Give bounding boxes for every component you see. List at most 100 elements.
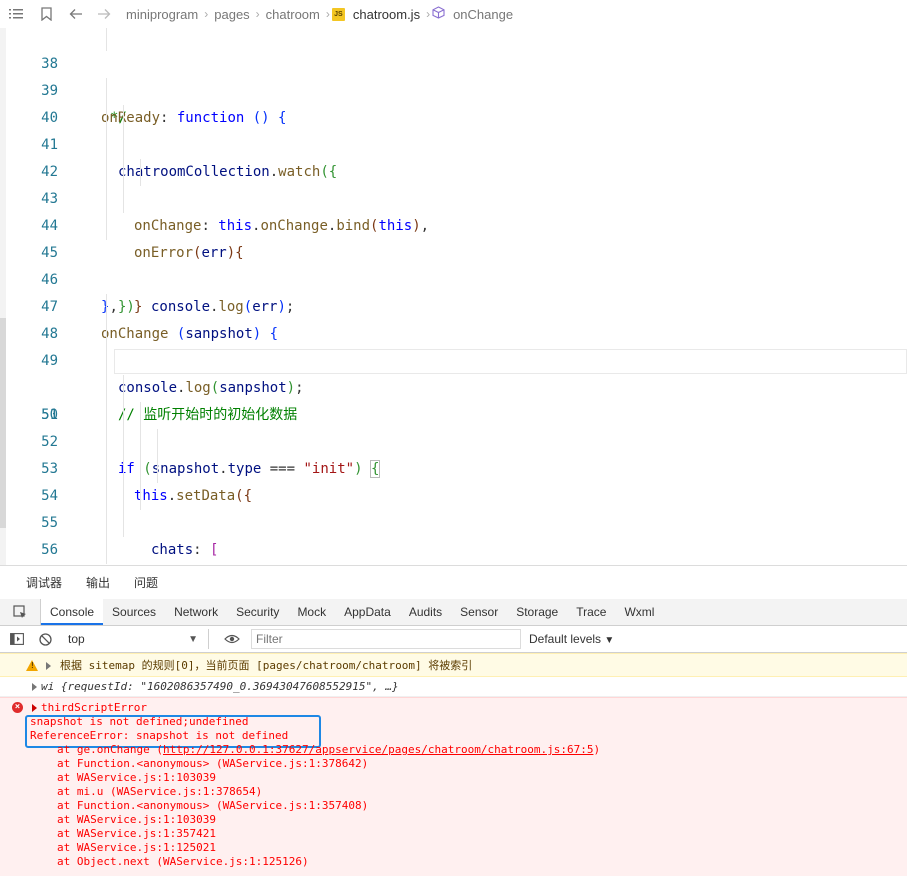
tab-problems[interactable]: 问题 (134, 574, 158, 591)
indent-guide (106, 132, 107, 159)
tab-storage[interactable]: Storage (507, 599, 567, 625)
stack-frame[interactable]: at ge.onChange (http://127.0.0.1:37627/a… (57, 743, 600, 757)
tab-output[interactable]: 输出 (86, 574, 110, 591)
indent-guide (106, 537, 107, 564)
inspect-element-icon[interactable] (0, 599, 41, 625)
tab-sources[interactable]: Sources (103, 599, 165, 625)
indent-guide (157, 456, 158, 483)
indent-guide (140, 456, 141, 483)
tab-appdata[interactable]: AppData (335, 599, 400, 625)
code-line[interactable]: 48 console.log(sanpshot); (6, 294, 907, 396)
code-line[interactable]: 41 onChange: this.onChange.bind(this), (6, 105, 907, 234)
indent-guide (123, 132, 124, 159)
console-error[interactable]: × thirdScriptError snapshot is not defin… (0, 697, 907, 876)
chevron-right-icon: › (204, 7, 209, 21)
code-line[interactable]: 44 } (6, 186, 907, 315)
indent-guide (106, 105, 107, 132)
tab-audits[interactable]: Audits (400, 599, 451, 625)
breadcrumb: miniprogram › pages › chatroom › JS chat… (0, 0, 907, 29)
code-editor[interactable]: 38 */ 39 onReady: function () { 40 chatr… (0, 28, 907, 565)
code-line[interactable]: 57 } else { (6, 537, 907, 564)
tab-security[interactable]: Security (227, 599, 288, 625)
tab-network[interactable]: Network (165, 599, 227, 625)
code-line[interactable]: 42 onError(err){ (6, 132, 907, 261)
arrow-right-icon[interactable] (96, 6, 112, 22)
stack-frame-link[interactable]: http://127.0.0.1:37627/appservice/pages/… (163, 743, 593, 756)
console-toolbar: top ▼ Default levels ▼ (0, 626, 907, 653)
expand-arrow-icon[interactable] (32, 683, 37, 691)
error-title: thirdScriptError (41, 701, 147, 714)
tab-console[interactable]: Console (41, 599, 104, 625)
current-line-highlight (114, 349, 907, 374)
context-select[interactable]: top ▼ (68, 629, 209, 649)
warning-text: 根据 sitemap 的规则[0]，当前页面 [pages/chatroom/c… (60, 659, 473, 672)
breadcrumb-symbol[interactable]: onChange (453, 7, 513, 22)
stack-frame[interactable]: at Function.<anonymous> (WAService.js:1:… (57, 799, 368, 813)
code-line[interactable]: 56 }) (6, 510, 907, 558)
indent-guide (106, 213, 107, 240)
code-line[interactable]: 43 console.log(err); (6, 159, 907, 315)
sidebar-toggle-icon[interactable] (6, 628, 28, 650)
code-line[interactable]: 54 ...[...snapshot.docs].sort((x,y) => x… (6, 456, 907, 504)
log-levels-select[interactable]: Default levels ▼ (529, 632, 614, 646)
warning-icon (26, 660, 38, 671)
code-line[interactable]: 40 chatroomCollection.watch({ (6, 78, 907, 180)
indent-guide (106, 321, 107, 348)
indent-guide (106, 186, 107, 213)
stack-frame[interactable]: at WAService.js:1:125021 (57, 841, 216, 855)
code-line[interactable]: 53 ...this.data.chats, (6, 429, 907, 477)
cube-icon (432, 6, 445, 22)
code-line[interactable]: 49 // 监听开始时的初始化数据 (6, 321, 907, 423)
stack-frame-text: ) (593, 743, 601, 756)
code-line[interactable]: 46 }, (6, 240, 907, 315)
indent-guide (123, 510, 124, 537)
expand-arrow-icon[interactable] (32, 704, 37, 712)
code-line[interactable]: 39 onReady: function () { (6, 51, 907, 126)
clear-console-icon[interactable] (34, 628, 56, 650)
indent-guide (106, 429, 107, 456)
indent-guide (123, 375, 124, 402)
indent-guide (106, 159, 107, 186)
expand-arrow-icon[interactable] (46, 662, 51, 670)
breadcrumb-crumb[interactable]: miniprogram (126, 7, 198, 22)
code-line-current[interactable]: 50 if (snapshot.type === "init") { (6, 348, 907, 478)
stack-frame[interactable]: at WAService.js:1:103039 (57, 813, 216, 827)
code-line[interactable]: 52 chats: [ (6, 402, 907, 558)
indent-guide (123, 429, 124, 456)
list-icon[interactable] (8, 6, 24, 22)
stack-frame[interactable]: at Object.next (WAService.js:1:125126) (57, 855, 309, 869)
eye-icon[interactable] (221, 628, 243, 650)
bottom-panel: 调试器 输出 问题 Console Sources Network Securi… (0, 565, 907, 876)
code-line[interactable]: 38 */ (6, 28, 907, 126)
console-object[interactable]: wi {requestId: "1602086357490_0.36943047… (0, 677, 907, 697)
indent-guide (106, 402, 107, 429)
tab-sensor[interactable]: Sensor (451, 599, 507, 625)
code-line[interactable]: 55 ] (6, 483, 907, 531)
code-line[interactable]: 45 }) (6, 213, 907, 315)
indent-guide (106, 28, 107, 51)
arrow-left-icon[interactable] (68, 6, 84, 22)
stack-frame[interactable]: at WAService.js:1:357421 (57, 827, 216, 841)
tab-trace[interactable]: Trace (567, 599, 615, 625)
breadcrumb-crumb[interactable]: chatroom (266, 7, 320, 22)
stack-frame[interactable]: at mi.u (WAService.js:1:378654) (57, 785, 262, 799)
tab-mock[interactable]: Mock (288, 599, 335, 625)
breadcrumb-crumb[interactable]: pages (214, 7, 249, 22)
indent-guide (123, 402, 124, 429)
bookmark-icon[interactable] (38, 6, 54, 22)
stack-frame[interactable]: at WAService.js:1:103039 (57, 771, 216, 785)
indent-guide (140, 483, 141, 510)
indent-guide (106, 510, 107, 537)
tab-debugger[interactable]: 调试器 (26, 574, 62, 591)
indent-guide (123, 159, 124, 186)
indent-guide (106, 348, 107, 375)
tab-wxml[interactable]: Wxml (615, 599, 663, 625)
dropdown-arrow-icon: ▼ (604, 635, 615, 646)
console-warning[interactable]: 根据 sitemap 的规则[0]，当前页面 [pages/chatroom/c… (0, 653, 907, 677)
code-line[interactable]: 51 this.setData({ (6, 375, 907, 504)
code-line[interactable]: 47 onChange (sanpshot) { (6, 267, 907, 342)
filter-input[interactable] (251, 629, 521, 649)
chevron-right-icon: › (255, 7, 260, 21)
breadcrumb-file[interactable]: chatroom.js (353, 7, 420, 22)
stack-frame[interactable]: at Function.<anonymous> (WAService.js:1:… (57, 757, 368, 771)
